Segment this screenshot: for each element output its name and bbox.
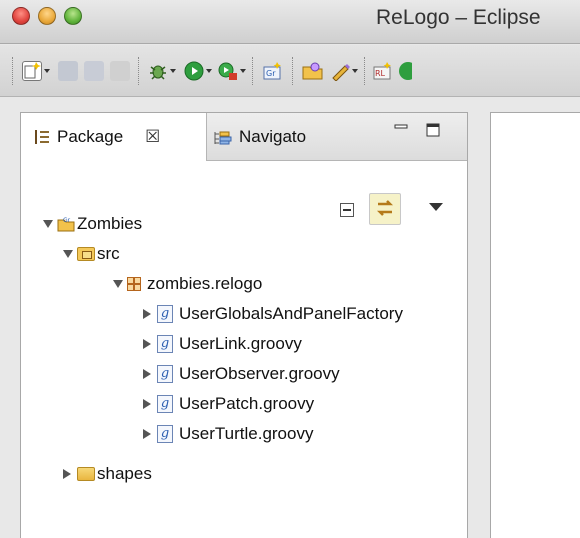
package-name: zombies.relogo xyxy=(147,274,263,293)
src-folder-label: src xyxy=(97,244,120,263)
svg-text:Gr: Gr xyxy=(63,217,71,224)
link-with-editor-button[interactable] xyxy=(369,193,401,225)
print-icon xyxy=(110,61,130,81)
tree-item-src-folder[interactable]: src xyxy=(63,243,120,265)
zoom-window-button[interactable] xyxy=(64,7,82,25)
debug-button[interactable] xyxy=(148,59,176,83)
toolbar-separator xyxy=(252,57,253,85)
file-name: UserTurtle.groovy xyxy=(179,424,314,443)
toolbar-separator xyxy=(364,57,365,85)
maximize-icon xyxy=(426,123,440,137)
expand-toggle-icon[interactable] xyxy=(63,250,73,258)
tree-item-file[interactable]: g UserPatch.groovy xyxy=(143,393,314,415)
toolbar-separator xyxy=(12,57,13,85)
open-folder-icon xyxy=(302,61,323,81)
tree-item-project[interactable]: Gr Zombies xyxy=(43,213,142,235)
file-name: UserLink.groovy xyxy=(179,334,302,353)
run-icon xyxy=(398,61,418,81)
chevron-down-icon xyxy=(206,69,212,73)
save-icon xyxy=(58,61,78,81)
toolbar-separator xyxy=(138,57,139,85)
minimize-icon xyxy=(394,124,408,129)
svg-text:Gr: Gr xyxy=(266,69,276,78)
shapes-folder-label: shapes xyxy=(97,464,152,483)
package-icon xyxy=(127,277,141,291)
groovy-file-icon: g xyxy=(157,425,173,443)
file-name: UserObserver.groovy xyxy=(179,364,340,383)
edit-button[interactable] xyxy=(330,59,358,83)
window-title: ReLogo – Eclipse xyxy=(376,6,541,29)
navigator-icon xyxy=(213,130,233,145)
expand-toggle-icon[interactable] xyxy=(143,399,151,409)
link-icon xyxy=(376,200,394,216)
maximize-view-button[interactable] xyxy=(426,123,440,142)
run-external-icon xyxy=(218,61,238,81)
tree-item-file[interactable]: g UserGlobalsAndPanelFactory xyxy=(143,303,403,325)
debug-icon xyxy=(148,61,168,81)
minimize-window-button[interactable] xyxy=(38,7,56,25)
file-name: UserGlobalsAndPanelFactory xyxy=(179,304,403,323)
view-menu-button[interactable] xyxy=(429,203,443,211)
save-all-button[interactable] xyxy=(84,59,104,83)
file-name: UserPatch.groovy xyxy=(179,394,315,413)
run-button[interactable] xyxy=(184,59,212,83)
print-button[interactable] xyxy=(110,59,130,83)
new-groovy-button[interactable]: Gr xyxy=(262,59,282,83)
panel-tab-bar: Package ☒ Navigato xyxy=(21,113,467,161)
run-relogo-button[interactable] xyxy=(398,59,418,83)
tab-navigator[interactable]: Navigato xyxy=(209,113,369,161)
edit-icon xyxy=(330,61,350,82)
run-icon xyxy=(184,61,204,81)
folder-icon xyxy=(77,467,95,481)
tab-label: Navigato xyxy=(239,127,307,146)
groovy-file-icon: g xyxy=(157,305,173,323)
editor-area[interactable] xyxy=(490,112,580,538)
expand-toggle-icon[interactable] xyxy=(143,369,151,379)
expand-toggle-icon[interactable] xyxy=(43,220,53,228)
expand-toggle-icon[interactable] xyxy=(143,429,151,439)
tree-item-package[interactable]: zombies.relogo xyxy=(113,273,262,295)
title-bar: ReLogo – Eclipse xyxy=(0,0,580,44)
package-explorer-panel: Package ☒ Navigato Gr Zombies src zombie… xyxy=(20,112,468,538)
tree-item-file[interactable]: g UserLink.groovy xyxy=(143,333,302,355)
groovy-project-icon: Gr xyxy=(57,216,75,232)
close-tab-icon[interactable]: ☒ xyxy=(145,127,160,147)
tree-item-file[interactable]: g UserObserver.groovy xyxy=(143,363,340,385)
tab-label: Package xyxy=(57,127,124,146)
expand-toggle-icon[interactable] xyxy=(63,469,71,479)
relogo-icon: RL xyxy=(372,61,392,81)
toolbar-separator xyxy=(292,57,293,85)
relogo-button[interactable]: RL xyxy=(372,59,392,83)
collapse-all-button[interactable] xyxy=(340,203,354,217)
minimize-view-button[interactable] xyxy=(394,123,408,142)
groovy-file-icon: g xyxy=(157,395,173,413)
expand-toggle-icon[interactable] xyxy=(143,309,151,319)
tree-item-shapes-folder[interactable]: shapes xyxy=(63,463,152,485)
chevron-down-icon xyxy=(240,69,246,73)
project-name: Zombies xyxy=(77,214,143,233)
main-toolbar: Gr RL xyxy=(0,45,580,97)
save-button[interactable] xyxy=(58,59,78,83)
chevron-down-icon xyxy=(44,69,50,73)
expand-toggle-icon[interactable] xyxy=(143,339,151,349)
package-explorer-icon xyxy=(35,130,49,144)
new-groovy-icon: Gr xyxy=(262,61,282,81)
save-all-icon xyxy=(84,61,104,81)
chevron-down-icon xyxy=(170,69,176,73)
source-folder-icon xyxy=(77,247,95,261)
run-external-button[interactable] xyxy=(218,59,246,83)
groovy-file-icon: g xyxy=(157,365,173,383)
new-wizard-button[interactable] xyxy=(22,59,50,83)
open-folder-button[interactable] xyxy=(302,59,323,83)
chevron-down-icon xyxy=(352,69,358,73)
expand-toggle-icon[interactable] xyxy=(113,280,123,288)
svg-text:RL: RL xyxy=(375,69,386,78)
tree-item-file[interactable]: g UserTurtle.groovy xyxy=(143,423,313,445)
new-wizard-icon xyxy=(22,61,42,81)
tab-package-explorer[interactable]: Package ☒ xyxy=(21,113,207,161)
groovy-file-icon: g xyxy=(157,335,173,353)
close-window-button[interactable] xyxy=(12,7,30,25)
